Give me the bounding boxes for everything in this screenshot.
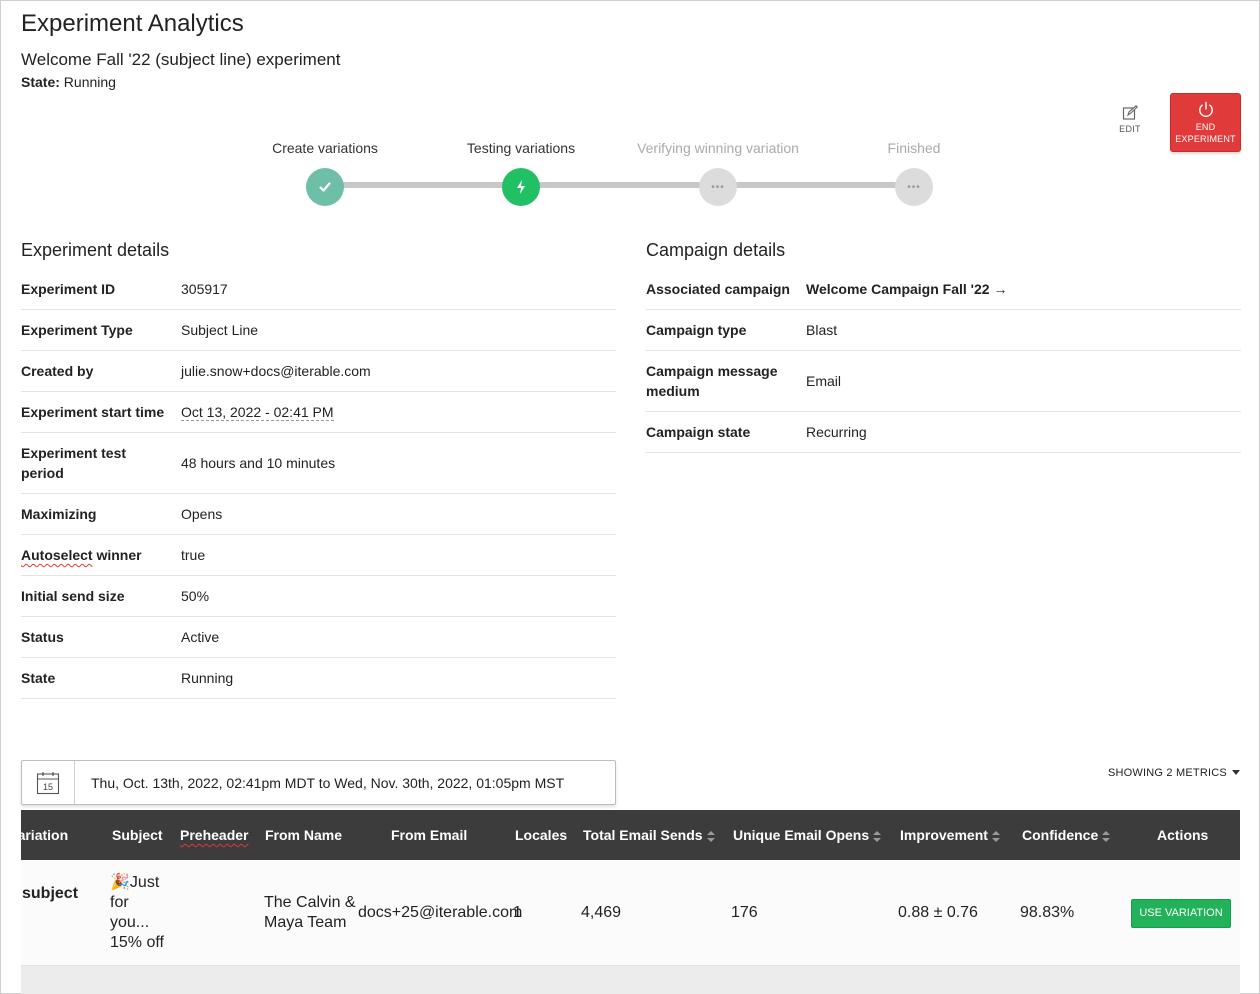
state-label: State: xyxy=(21,74,60,90)
edit-label: EDIT xyxy=(1119,124,1141,134)
variation-name: subject xyxy=(22,885,79,902)
step-testing-variations: Testing variations xyxy=(436,140,606,206)
caret-down-icon xyxy=(1232,770,1241,775)
improvement-cell: 0.88 ± 0.76 xyxy=(898,904,978,921)
confidence-cell: 98.83% xyxy=(1020,904,1075,921)
state-value: Running xyxy=(63,74,116,90)
end-label: END EXPERIMENT xyxy=(1175,122,1236,144)
from-name-cell: The Calvin & Maya Team xyxy=(264,894,356,931)
detail-row: Experiment Type Subject Line xyxy=(21,310,616,351)
column-header-from-email[interactable]: From Email xyxy=(391,827,467,843)
lightning-icon xyxy=(502,168,540,206)
experiment-details-table: Experiment ID 305917 Experiment Type Subje… xyxy=(21,269,616,699)
from-email-cell: docs+25@iterable.com xyxy=(358,904,523,921)
detail-row: Campaign state Recurring xyxy=(646,412,1241,453)
column-header-locales[interactable]: Locales xyxy=(515,827,567,843)
total-sends-cell: 4,469 xyxy=(581,904,622,921)
ellipsis-icon: ••• xyxy=(895,168,933,206)
column-header-unique-email-opens[interactable]: Unique Email Opens xyxy=(733,827,882,843)
column-header-improvement[interactable]: Improvement xyxy=(900,827,1000,843)
detail-row: Associated campaign Welcome Campaign Fall… xyxy=(646,269,1241,310)
table-footer xyxy=(21,966,1240,994)
column-header-total-email-sends[interactable]: Total Email Sends xyxy=(583,827,715,843)
detail-row: Created by julie.snow+docs@iterable.com xyxy=(21,351,616,392)
column-header-subject[interactable]: Subject xyxy=(112,827,163,843)
stepper-track xyxy=(325,182,913,188)
party-popper-icon: 🎉 xyxy=(110,874,130,891)
experiment-details-title: Experiment details xyxy=(21,240,170,260)
metrics-label: SHOWING 2 METRICS xyxy=(1108,767,1227,779)
column-header-from-name[interactable]: From Name xyxy=(265,827,342,843)
date-range-text: Thu, Oct. 13th, 2022, 02:41pm MDT to Wed… xyxy=(91,774,565,791)
edit-button[interactable]: EDIT xyxy=(1112,105,1148,134)
step-finished: Finished ••• xyxy=(829,140,999,206)
edit-icon xyxy=(1122,105,1138,120)
column-header-confidence[interactable]: Confidence xyxy=(1022,827,1111,843)
column-header-preheader[interactable]: Preheader xyxy=(180,827,248,843)
progress-stepper: Create variations Testing variations Ver… xyxy=(240,140,1010,210)
date-range-picker[interactable]: 15 Thu, Oct. 13th, 2022, 02:41pm MDT to … xyxy=(21,760,616,805)
campaign-details-table: Associated campaign Welcome Campaign Fall… xyxy=(646,269,1241,453)
subject-cell: 🎉Just for you... 15% off xyxy=(110,874,164,951)
detail-row: Campaign type Blast xyxy=(646,310,1241,351)
detail-row: Experiment ID 305917 xyxy=(21,269,616,310)
column-header-actions: Actions xyxy=(1157,827,1209,843)
step-label: Finished xyxy=(887,140,941,156)
detail-row: Experiment test period 48 hours and 10 mi… xyxy=(21,433,616,494)
detail-row: State Running xyxy=(21,658,616,699)
power-icon xyxy=(1198,101,1213,117)
sort-icon xyxy=(873,830,882,842)
sort-icon xyxy=(1102,830,1111,842)
start-time-value[interactable]: Oct 13, 2022 - 02:41 PM xyxy=(181,404,334,421)
showing-metrics-dropdown[interactable]: SHOWING 2 METRICS xyxy=(1108,767,1241,779)
campaign-details-title: Campaign details xyxy=(646,240,786,260)
sort-icon xyxy=(991,830,1000,842)
step-verifying-winner: Verifying winning variation ••• xyxy=(633,140,803,206)
page-title: Experiment Analytics xyxy=(21,10,244,37)
detail-row: Experiment start time Oct 13, 2022 - 02:4… xyxy=(21,392,616,433)
table-header: Variation Subject Preheader From Name Fr… xyxy=(21,810,1240,860)
svg-text:15: 15 xyxy=(43,782,53,792)
detail-row: Status Active xyxy=(21,617,616,658)
experiment-state: State: Running xyxy=(21,74,116,90)
end-experiment-button[interactable]: END EXPERIMENT xyxy=(1170,93,1241,152)
locales-cell: 1 xyxy=(513,904,522,921)
ellipsis-icon: ••• xyxy=(699,168,737,206)
detail-row: Campaign message medium Email xyxy=(646,351,1241,412)
sort-icon xyxy=(706,830,715,842)
step-label: Testing variations xyxy=(466,140,576,156)
detail-row: Autoselect winner true xyxy=(21,535,616,576)
variations-table: Variation Subject Preheader From Name Fr… xyxy=(21,810,1240,966)
use-variation-button[interactable]: USE VARIATION xyxy=(1131,899,1231,928)
step-label: Create variations xyxy=(272,140,378,156)
associated-campaign-link[interactable]: Welcome Campaign Fall '22 → xyxy=(806,279,1241,299)
unique-opens-cell: 176 xyxy=(731,904,758,921)
calendar-icon: 15 xyxy=(22,761,75,804)
step-create-variations: Create variations xyxy=(240,140,410,206)
experiment-name: Welcome Fall '22 (subject line) experime… xyxy=(21,50,341,69)
column-header-variation[interactable]: Variation xyxy=(21,827,68,843)
step-label: Verifying winning variation xyxy=(637,140,799,156)
check-icon xyxy=(306,168,344,206)
detail-row: Initial send size 50% xyxy=(21,576,616,617)
detail-row: Maximizing Opens xyxy=(21,494,616,535)
